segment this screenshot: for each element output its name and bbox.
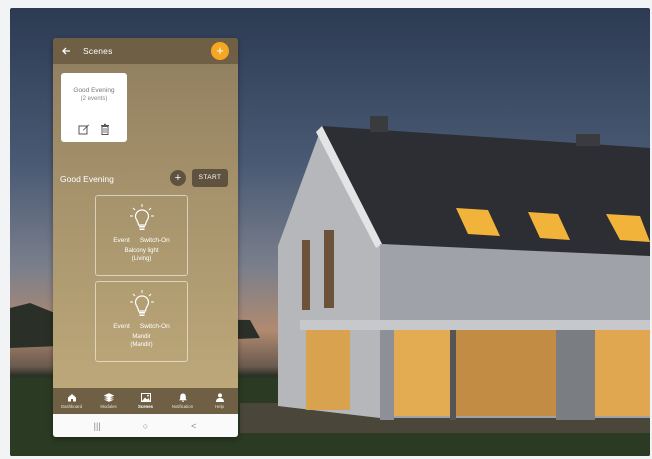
image-icon: [140, 393, 151, 402]
plus-icon: +: [216, 43, 224, 58]
scene-card[interactable]: Good Evening (2 events): [61, 73, 127, 142]
plus-icon: +: [174, 172, 182, 184]
recents-button[interactable]: |||: [90, 421, 104, 431]
add-event-button[interactable]: +: [170, 170, 186, 186]
add-scene-button[interactable]: +: [211, 42, 229, 60]
nav-label: Modules: [100, 404, 117, 409]
scene-card-actions: [61, 122, 127, 135]
edit-icon[interactable]: [78, 122, 90, 135]
event-card[interactable]: Event Switch-On Mandir (Mandir): [95, 281, 188, 362]
bulb-icon: [129, 288, 155, 325]
nav-label: Dashboard: [60, 404, 83, 409]
home-icon: [67, 394, 76, 402]
bottom-nav: Dashboard Modules Scenes Notification He…: [53, 388, 238, 414]
nav-item-scenes[interactable]: Scenes: [127, 388, 164, 414]
event-info: Event Switch-On: [96, 237, 187, 244]
system-nav-bar: ||| ○ <: [53, 414, 238, 437]
start-button[interactable]: START: [192, 169, 228, 187]
nav-label: Notification: [171, 404, 194, 409]
nav-label: Scenes: [137, 404, 154, 409]
device-room: (Living): [131, 256, 152, 262]
device-name: Mandir: [132, 334, 151, 340]
page-title: Scenes: [83, 46, 113, 56]
nav-item-notification[interactable]: Notification: [164, 388, 201, 414]
event-action: Switch-On: [139, 323, 170, 330]
event-device: Balcony light (Living): [96, 247, 187, 263]
event-device: Mandir (Mandir): [96, 333, 187, 349]
section-title: Good Evening: [60, 174, 114, 184]
event-card[interactable]: Event Switch-On Balcony light (Living): [95, 195, 188, 276]
event-type: Event: [113, 237, 130, 244]
event-action: Switch-On: [139, 237, 170, 244]
nav-label: Help: [215, 404, 224, 409]
event-type: Event: [113, 323, 130, 330]
arrow-left-icon[interactable]: [53, 38, 79, 64]
scene-card-count: (2 events): [80, 96, 108, 102]
app-bar: Scenes +: [53, 38, 238, 64]
back-button[interactable]: <: [187, 421, 201, 431]
device-room: (Mandir): [130, 342, 153, 348]
nav-item-dashboard[interactable]: Dashboard: [53, 388, 90, 414]
nav-item-help[interactable]: Help: [201, 388, 238, 414]
person-icon: [215, 393, 224, 402]
event-info: Event Switch-On: [96, 323, 187, 330]
device-name: Balcony light: [124, 248, 159, 254]
phone-app: Scenes + Good Evening (2 events) Good Ev…: [53, 38, 238, 437]
trash-icon[interactable]: [99, 122, 111, 135]
bell-icon: [178, 393, 187, 402]
scene-card-name: Good Evening: [73, 87, 115, 94]
nav-item-modules[interactable]: Modules: [90, 388, 127, 414]
bulb-icon: [129, 202, 155, 239]
layers-icon: [103, 393, 114, 402]
home-button[interactable]: ○: [138, 421, 152, 431]
